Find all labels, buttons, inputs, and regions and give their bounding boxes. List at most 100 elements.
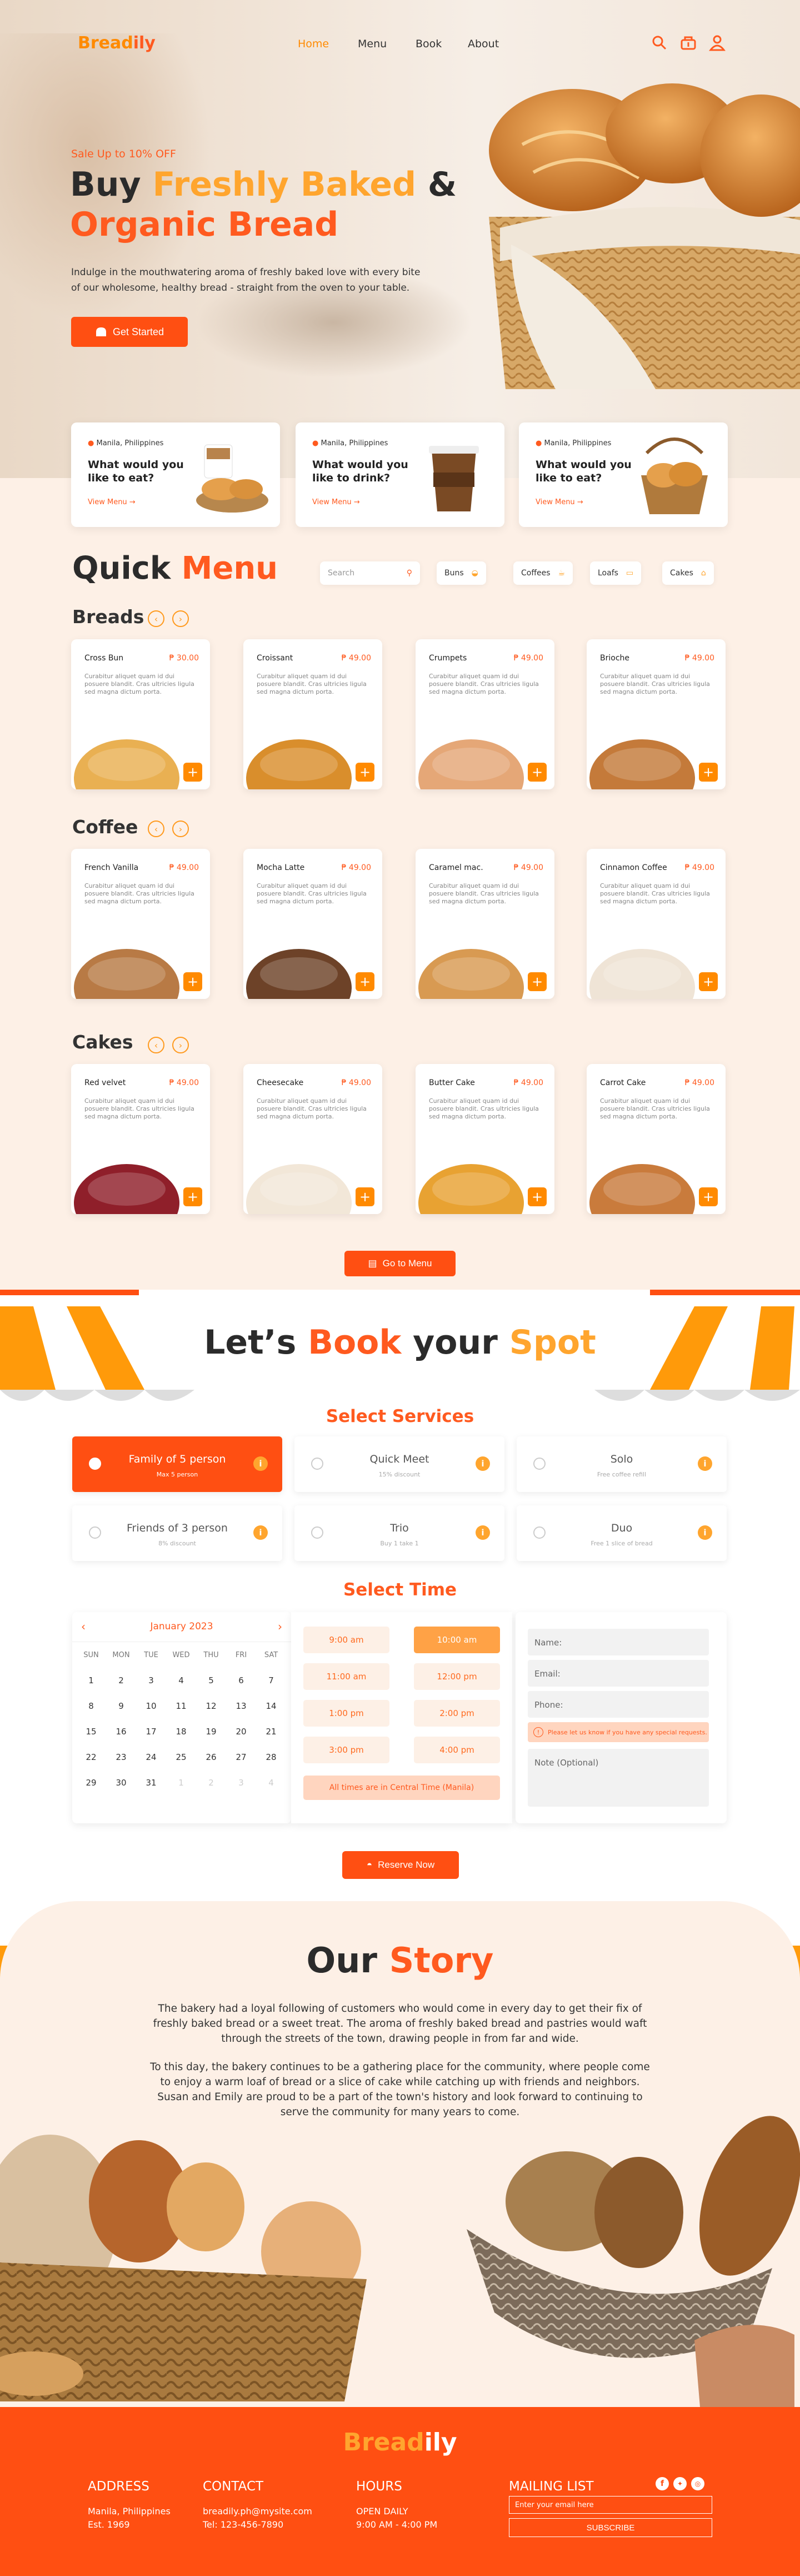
- calendar-day[interactable]: 28: [260, 1752, 282, 1762]
- calendar-day[interactable]: 22: [80, 1752, 102, 1762]
- time-slot[interactable]: 4:00 pm: [414, 1737, 500, 1763]
- menu-card[interactable]: Cross Bun ₱ 30.00 Curabitur aliquet quam i…: [71, 639, 210, 789]
- calendar-day[interactable]: 3: [230, 1778, 252, 1788]
- name-field[interactable]: Name:: [528, 1629, 709, 1655]
- filter-coffees[interactable]: Coffees ☕: [513, 561, 573, 585]
- calendar-day[interactable]: 8: [80, 1701, 102, 1711]
- time-slot[interactable]: 10:00 am: [414, 1627, 500, 1653]
- calendar-day[interactable]: 16: [110, 1727, 132, 1737]
- coffee-prev-arrow[interactable]: ‹: [148, 820, 164, 837]
- cakes-prev-arrow[interactable]: ‹: [148, 1037, 164, 1053]
- go-to-menu-button[interactable]: ▤ Go to Menu: [344, 1251, 456, 1276]
- info-icon[interactable]: i: [476, 1456, 490, 1471]
- menu-card[interactable]: French Vanilla ₱ 49.00 Curabitur aliquet q…: [71, 849, 210, 999]
- facebook-icon[interactable]: f: [656, 2477, 669, 2490]
- subscribe-button[interactable]: SUBSCRIBE: [509, 2518, 712, 2537]
- calendar-day[interactable]: 30: [110, 1778, 132, 1788]
- menu-card[interactable]: Carrot Cake ₱ 49.00 Curabitur aliquet quam…: [587, 1064, 726, 1214]
- calendar-day[interactable]: 13: [230, 1701, 252, 1711]
- note-field[interactable]: Note (Optional): [528, 1749, 709, 1807]
- add-to-cart-button[interactable]: +: [528, 763, 547, 782]
- add-to-cart-button[interactable]: +: [699, 763, 718, 782]
- calendar-day[interactable]: 19: [200, 1727, 222, 1737]
- calendar-day[interactable]: 20: [230, 1727, 252, 1737]
- service-option[interactable]: Solo Free coffee refill i: [517, 1436, 727, 1492]
- menu-card[interactable]: Red velvet ₱ 49.00 Curabitur aliquet quam …: [71, 1064, 210, 1214]
- promo-card-eat-2[interactable]: ● Manila, Philippines What would you like…: [519, 422, 728, 527]
- add-to-cart-button[interactable]: +: [183, 1187, 202, 1206]
- email-field[interactable]: Email:: [528, 1660, 709, 1687]
- basket-icon[interactable]: [680, 34, 697, 51]
- calendar-day[interactable]: 31: [140, 1778, 162, 1788]
- view-menu-link[interactable]: View Menu →: [312, 498, 360, 506]
- add-to-cart-button[interactable]: +: [699, 1187, 718, 1206]
- time-slot[interactable]: 11:00 am: [303, 1663, 389, 1690]
- calendar-day[interactable]: 21: [260, 1727, 282, 1737]
- calendar-day[interactable]: 7: [260, 1675, 282, 1685]
- time-slot[interactable]: 3:00 pm: [303, 1737, 389, 1763]
- user-icon[interactable]: [708, 34, 726, 51]
- menu-card[interactable]: Brioche ₱ 49.00 Curabitur aliquet quam id …: [587, 639, 726, 789]
- info-icon[interactable]: i: [253, 1456, 268, 1471]
- time-slot[interactable]: 2:00 pm: [414, 1700, 500, 1727]
- info-icon[interactable]: i: [698, 1525, 712, 1540]
- calendar-day[interactable]: 14: [260, 1701, 282, 1711]
- menu-card[interactable]: Mocha Latte ₱ 49.00 Curabitur aliquet quam…: [243, 849, 382, 999]
- nav-about[interactable]: About: [468, 38, 499, 50]
- breads-prev-arrow[interactable]: ‹: [148, 610, 164, 627]
- add-to-cart-button[interactable]: +: [356, 1187, 374, 1206]
- nav-home[interactable]: Home: [298, 38, 329, 50]
- nav-book[interactable]: Book: [416, 38, 442, 50]
- filter-loafs[interactable]: Loafs ▭: [590, 561, 642, 585]
- service-option[interactable]: Friends of 3 person 8% discount i: [72, 1505, 282, 1561]
- calendar-day[interactable]: 11: [170, 1701, 192, 1711]
- view-menu-link[interactable]: View Menu →: [536, 498, 583, 506]
- time-slot[interactable]: 1:00 pm: [303, 1700, 389, 1727]
- menu-card[interactable]: Butter Cake ₱ 49.00 Curabitur aliquet quam…: [416, 1064, 554, 1214]
- calendar-day[interactable]: 5: [200, 1675, 222, 1685]
- promo-card-drink[interactable]: ● Manila, Philippines What would you like…: [296, 422, 504, 527]
- add-to-cart-button[interactable]: +: [356, 763, 374, 782]
- calendar-day[interactable]: 27: [230, 1752, 252, 1762]
- phone-field[interactable]: Phone:: [528, 1691, 709, 1718]
- menu-card[interactable]: Cheesecake ₱ 49.00 Curabitur aliquet quam …: [243, 1064, 382, 1214]
- menu-search-input[interactable]: Search ⚲: [320, 561, 420, 585]
- service-option[interactable]: Duo Free 1 slice of bread i: [517, 1505, 727, 1561]
- cakes-next-arrow[interactable]: ›: [172, 1037, 189, 1053]
- calendar-day[interactable]: 2: [110, 1675, 132, 1685]
- calendar-day[interactable]: 6: [230, 1675, 252, 1685]
- calendar-day[interactable]: 15: [80, 1727, 102, 1737]
- add-to-cart-button[interactable]: +: [528, 972, 547, 991]
- menu-card[interactable]: Cinnamon Coffee ₱ 49.00 Curabitur aliquet …: [587, 849, 726, 999]
- breads-next-arrow[interactable]: ›: [172, 610, 189, 627]
- calendar-day[interactable]: 24: [140, 1752, 162, 1762]
- service-option[interactable]: Quick Meet 15% discount i: [294, 1436, 504, 1492]
- add-to-cart-button[interactable]: +: [183, 763, 202, 782]
- calendar-day[interactable]: 3: [140, 1675, 162, 1685]
- reserve-now-button[interactable]: ◓ Reserve Now: [342, 1851, 459, 1879]
- calendar-day[interactable]: 29: [80, 1778, 102, 1788]
- time-slot[interactable]: 9:00 am: [303, 1627, 389, 1653]
- menu-card[interactable]: Crumpets ₱ 49.00 Curabitur aliquet quam id…: [416, 639, 554, 789]
- calendar-day[interactable]: 9: [110, 1701, 132, 1711]
- view-menu-link[interactable]: View Menu →: [88, 498, 136, 506]
- footer-logo[interactable]: Breadily: [0, 2428, 800, 2456]
- coffee-next-arrow[interactable]: ›: [172, 820, 189, 837]
- calendar-day[interactable]: 2: [200, 1778, 222, 1788]
- calendar-day[interactable]: 17: [140, 1727, 162, 1737]
- promo-card-eat[interactable]: ● Manila, Philippines What would you like…: [71, 422, 280, 527]
- nav-menu[interactable]: Menu: [358, 38, 387, 50]
- menu-card[interactable]: Caramel mac. ₱ 49.00 Curabitur aliquet qua…: [416, 849, 554, 999]
- calendar-day[interactable]: 4: [170, 1675, 192, 1685]
- get-started-button[interactable]: Get Started: [71, 317, 188, 347]
- calendar-day[interactable]: 25: [170, 1752, 192, 1762]
- calendar-day[interactable]: 23: [110, 1752, 132, 1762]
- add-to-cart-button[interactable]: +: [183, 972, 202, 991]
- add-to-cart-button[interactable]: +: [356, 972, 374, 991]
- calendar-day[interactable]: 18: [170, 1727, 192, 1737]
- info-icon[interactable]: i: [253, 1525, 268, 1540]
- info-icon[interactable]: i: [698, 1456, 712, 1471]
- next-month-arrow[interactable]: ›: [278, 1620, 282, 1633]
- calendar-day[interactable]: 12: [200, 1701, 222, 1711]
- menu-card[interactable]: Croissant ₱ 49.00 Curabitur aliquet quam i…: [243, 639, 382, 789]
